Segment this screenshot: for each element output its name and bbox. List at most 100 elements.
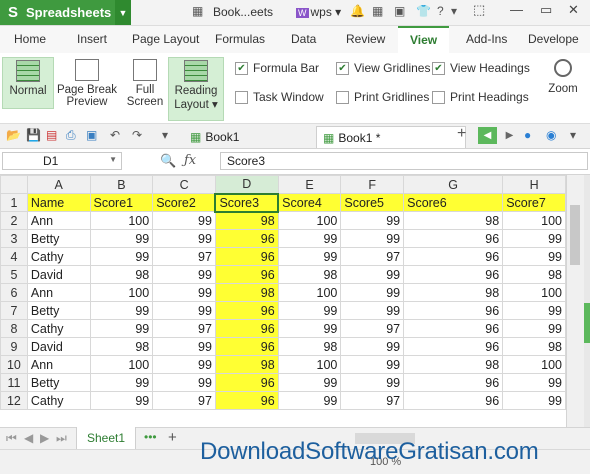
cell[interactable]: Score2 <box>152 193 216 212</box>
app-menu-button[interactable]: S Spreadsheets ▼ <box>0 0 131 25</box>
chevron-down-icon[interactable]: ▾ <box>451 4 457 18</box>
cell[interactable]: 97 <box>152 319 216 338</box>
cell[interactable]: 99 <box>340 337 405 356</box>
cell[interactable]: 98 <box>277 337 342 356</box>
formula-bar-checkbox[interactable]: ✔ Formula Bar <box>235 61 319 75</box>
minimize-button[interactable]: — <box>510 2 523 17</box>
open-folder-icon[interactable]: 📂 <box>6 128 21 142</box>
cell[interactable]: Cathy <box>26 319 91 338</box>
cell[interactable]: 99 <box>277 373 342 392</box>
print-gridlines-checkbox[interactable]: Print Gridlines <box>336 90 429 104</box>
cell[interactable]: 96 <box>214 265 279 284</box>
cell[interactable]: 99 <box>340 229 405 248</box>
row-header[interactable]: 11 <box>0 373 28 392</box>
cell[interactable]: Score7 <box>502 193 566 212</box>
cell[interactable]: Betty <box>26 373 91 392</box>
row-header[interactable]: 3 <box>0 229 28 248</box>
vertical-scrollbar[interactable] <box>566 175 584 427</box>
full-screen-button[interactable]: Full Screen <box>124 57 166 119</box>
cell[interactable]: Score1 <box>89 193 154 212</box>
cell[interactable]: 99 <box>152 265 216 284</box>
row-header[interactable]: 1 <box>0 193 28 212</box>
cell[interactable]: 96 <box>403 247 504 266</box>
cell[interactable]: 98 <box>403 211 504 230</box>
row-header[interactable]: 8 <box>0 319 28 338</box>
zoom-button[interactable]: Zoom <box>543 57 583 119</box>
cell[interactable]: 98 <box>214 283 279 302</box>
cell[interactable]: 96 <box>214 391 279 410</box>
column-header[interactable]: H <box>502 175 566 194</box>
row-header[interactable]: 10 <box>0 355 28 374</box>
tab-review[interactable]: Review <box>346 32 385 46</box>
cell[interactable]: 99 <box>502 319 566 338</box>
search-formula-icon[interactable]: 🔍 <box>160 153 176 169</box>
chevron-down-icon[interactable]: ▾ <box>162 128 168 142</box>
cell[interactable]: 98 <box>89 337 154 356</box>
cell[interactable]: 96 <box>403 229 504 248</box>
cell[interactable]: 99 <box>340 373 405 392</box>
export-pdf-icon[interactable]: ▤ <box>46 128 57 142</box>
view-gridlines-checkbox[interactable]: ✔ View Gridlines <box>336 61 430 75</box>
cell[interactable]: 98 <box>403 355 504 374</box>
cell[interactable]: 99 <box>152 229 216 248</box>
row-header[interactable]: 2 <box>0 211 28 230</box>
cell[interactable]: 98 <box>277 265 342 284</box>
cell[interactable]: Name <box>26 193 91 212</box>
new-tab-plus-icon[interactable]: + <box>457 125 466 143</box>
tab-add-ins[interactable]: Add-Ins <box>466 32 507 46</box>
cell[interactable]: 96 <box>403 265 504 284</box>
cell[interactable]: 100 <box>502 283 566 302</box>
undo-icon[interactable]: ↶ <box>110 128 120 142</box>
grid-menu-icon[interactable]: ▦ <box>372 4 383 18</box>
cell[interactable]: 97 <box>340 247 405 266</box>
print-preview-icon[interactable]: ▣ <box>86 128 97 142</box>
help-icon[interactable]: ? <box>437 4 444 18</box>
row-header[interactable]: 5 <box>0 265 28 284</box>
normal-view-button[interactable]: Normal <box>2 57 54 109</box>
scroll-left-icon[interactable]: ◀ <box>478 127 497 144</box>
row-header[interactable]: 12 <box>0 391 28 410</box>
column-header[interactable]: C <box>152 175 216 194</box>
cell[interactable]: 99 <box>89 319 154 338</box>
cell[interactable]: 98 <box>502 337 566 356</box>
cell[interactable]: 96 <box>214 301 279 320</box>
cell[interactable]: 99 <box>152 301 216 320</box>
tab-data[interactable]: Data <box>291 32 316 46</box>
scroll-right-icon[interactable]: ▶ <box>500 127 519 144</box>
cell[interactable]: Cathy <box>26 391 91 410</box>
tab-home[interactable]: Home <box>14 32 46 46</box>
cell[interactable]: 96 <box>214 229 279 248</box>
column-header[interactable]: D <box>214 175 279 194</box>
cell[interactable]: 98 <box>403 283 504 302</box>
cell[interactable]: 99 <box>89 391 154 410</box>
column-header[interactable]: F <box>340 175 405 194</box>
cell[interactable]: 97 <box>152 247 216 266</box>
tab-insert[interactable]: Insert <box>77 32 107 46</box>
add-sheet-icon[interactable]: + <box>168 429 177 446</box>
cell[interactable]: 96 <box>403 373 504 392</box>
cell[interactable]: David <box>26 337 91 356</box>
cell[interactable]: 100 <box>277 211 342 230</box>
cell[interactable]: 99 <box>89 301 154 320</box>
cell[interactable]: 99 <box>152 211 216 230</box>
cell[interactable]: 100 <box>502 211 566 230</box>
cell[interactable]: 100 <box>502 355 566 374</box>
cell[interactable]: 96 <box>403 337 504 356</box>
close-button[interactable]: ✕ <box>568 2 579 18</box>
cell[interactable]: 99 <box>502 373 566 392</box>
row-header[interactable]: 6 <box>0 283 28 302</box>
cell[interactable]: 99 <box>152 283 216 302</box>
tab-view[interactable]: View <box>398 26 450 53</box>
print-icon[interactable]: ⎙ <box>66 128 76 143</box>
chevron-down-icon[interactable]: ▼ <box>115 0 131 25</box>
cell[interactable]: Betty <box>26 229 91 248</box>
prev-sheet-icon[interactable]: ◀ <box>24 431 33 445</box>
cell[interactable]: 98 <box>502 265 566 284</box>
cell[interactable]: 99 <box>89 229 154 248</box>
cloud-icon[interactable]: ● <box>524 128 531 142</box>
bell-icon[interactable]: 🔔 <box>350 4 365 18</box>
cell[interactable]: 99 <box>152 337 216 356</box>
cell[interactable]: 99 <box>340 283 405 302</box>
column-header[interactable]: B <box>89 175 154 194</box>
cell[interactable]: Ann <box>26 283 91 302</box>
